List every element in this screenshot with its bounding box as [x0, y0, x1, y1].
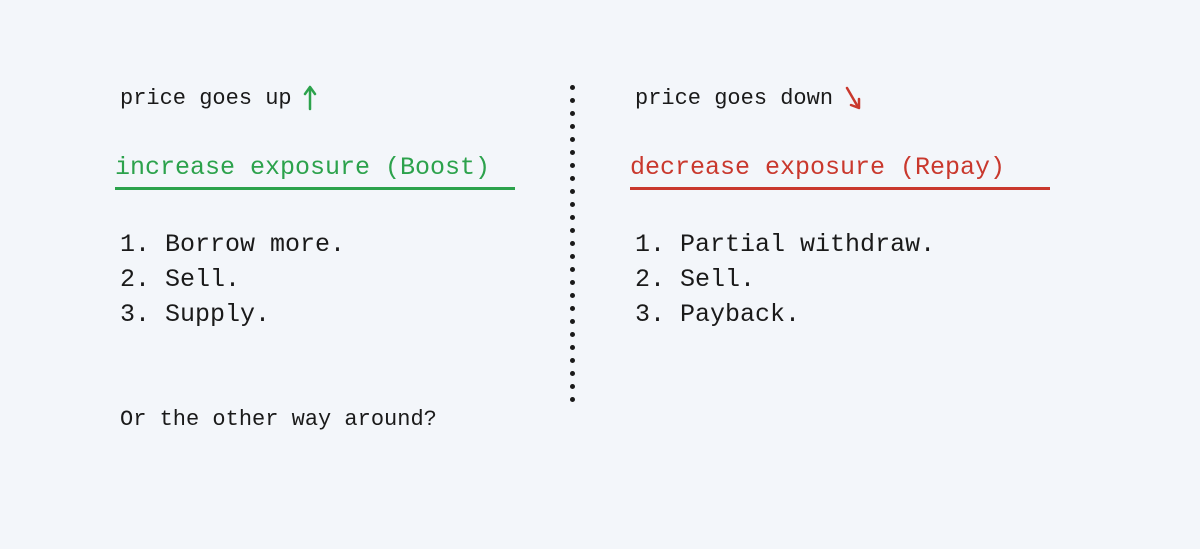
- divider-dots: [570, 85, 575, 402]
- list-item: Sell.: [120, 262, 515, 297]
- price-up-label: price goes up: [115, 85, 515, 111]
- list-item: Supply.: [120, 297, 515, 332]
- list-item: Borrow more.: [120, 227, 515, 262]
- list-item: Partial withdraw.: [635, 227, 1050, 262]
- diagram-columns: price goes up increase exposure (Boost) …: [115, 85, 1085, 432]
- list-item: Sell.: [635, 262, 1050, 297]
- price-down-text: price goes down: [635, 86, 833, 111]
- left-column: price goes up increase exposure (Boost) …: [115, 85, 515, 432]
- list-item: Payback.: [635, 297, 1050, 332]
- footnote: Or the other way around?: [115, 407, 515, 432]
- increase-steps: Borrow more. Sell. Supply.: [115, 227, 515, 332]
- decrease-headline: decrease exposure (Repay): [630, 153, 1050, 190]
- right-column: price goes down decrease exposure (Repay…: [630, 85, 1050, 332]
- arrow-down-icon: [843, 85, 863, 111]
- increase-headline-wrap: increase exposure (Boost): [115, 153, 515, 197]
- price-up-text: price goes up: [120, 86, 292, 111]
- decrease-steps: Partial withdraw. Sell. Payback.: [630, 227, 1050, 332]
- arrow-up-icon: [302, 85, 318, 111]
- decrease-headline-wrap: decrease exposure (Repay): [630, 153, 1050, 197]
- increase-headline: increase exposure (Boost): [115, 153, 515, 190]
- price-down-label: price goes down: [630, 85, 1050, 111]
